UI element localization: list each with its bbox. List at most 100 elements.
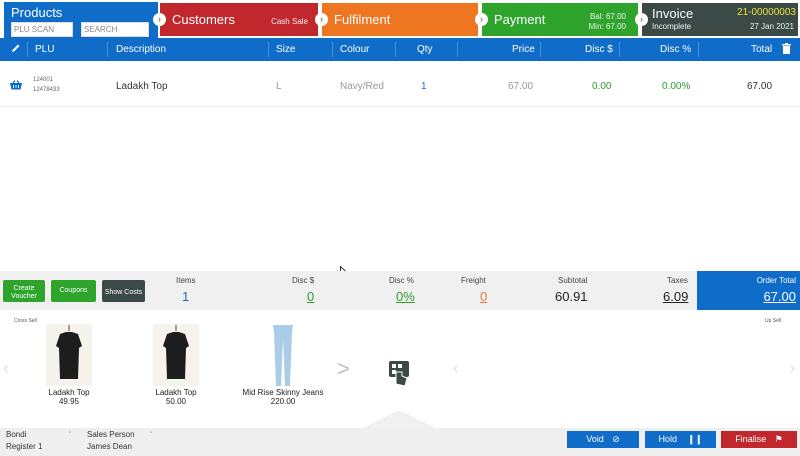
search-input[interactable] [81, 22, 149, 37]
finalise-button[interactable]: Finalise ⚑ [721, 431, 797, 448]
cross-sell-product[interactable]: Ladakh Top 50.00 [121, 324, 231, 406]
product-price: 50.00 [165, 397, 187, 406]
chevron-right-icon: › [153, 13, 166, 26]
order-total-panel: Order Total 67.00 [697, 271, 800, 310]
step-bar: Products › Customers Cash Sale › Fulfilm… [0, 0, 800, 38]
order-total-label: Order Total [756, 276, 796, 285]
item-price: 67.00 [508, 81, 534, 92]
cross-sell-product[interactable]: Ladakh Top 49.95 [14, 324, 124, 406]
taxes-value[interactable]: 6.09 [663, 289, 688, 304]
cross-sell-product[interactable]: Mid Rise Skinny Jeans 220.00 [228, 324, 338, 406]
plu-scan-input[interactable] [11, 22, 73, 37]
subtotal-value: 60.91 [555, 289, 588, 304]
cart-table-body: 124001 12478433 Ladakh Top L Navy/Red 1 … [0, 61, 800, 280]
order-total-value[interactable]: 67.00 [763, 289, 796, 304]
customers-step[interactable]: › Customers Cash Sale [153, 3, 318, 36]
column-divider [332, 42, 333, 57]
next-arrow-icon[interactable]: > [337, 356, 350, 382]
finalise-label: Finalise [735, 434, 767, 444]
chevron-down-icon[interactable]: ˇ [150, 432, 152, 439]
fulfilment-step[interactable]: › Fulfilment [315, 3, 478, 36]
invoice-step[interactable]: › Invoice Incomplete 21-00000003 27 Jan … [635, 3, 798, 36]
product-thumbnail [46, 324, 92, 386]
invoice-number: 21-00000003 [737, 7, 796, 18]
colour-header: Colour [340, 44, 370, 55]
register-name[interactable]: Register 1 [6, 442, 42, 451]
footer-bar: Bondi Register 1 ˇ Sales Person James De… [0, 428, 800, 456]
product-thumbnail [260, 324, 306, 386]
salesperson-name[interactable]: James Dean [87, 442, 132, 451]
show-costs-button[interactable]: Show Costs [102, 280, 145, 302]
plu-code: 124001 [33, 77, 54, 83]
invoice-status: Incomplete [652, 22, 692, 31]
chevron-right-icon: › [635, 13, 648, 26]
coupons-button[interactable]: Coupons [51, 280, 96, 302]
item-size: L [276, 81, 282, 92]
scroll-left-icon[interactable]: ‹ [453, 358, 459, 379]
fulfilment-label: Fulfilment [334, 12, 391, 27]
flag-icon: ⚑ [774, 434, 783, 444]
items-label: Items [176, 276, 196, 285]
scroll-left-icon[interactable]: ‹ [3, 358, 9, 379]
column-divider [395, 42, 396, 57]
price-header: Price [512, 44, 535, 55]
trash-icon[interactable] [782, 43, 791, 57]
size-header: Size [276, 44, 296, 55]
chevron-down-icon[interactable]: ˇ [69, 432, 71, 439]
products-step[interactable]: Products [4, 2, 158, 38]
table-row[interactable]: 124001 12478433 Ladakh Top L Navy/Red 1 … [0, 65, 800, 107]
column-divider [107, 42, 108, 57]
invoice-label: Invoice [652, 6, 694, 21]
void-label: Void [586, 434, 604, 444]
void-button[interactable]: Void ⊘ [567, 431, 639, 448]
qty-header: Qty [417, 44, 433, 55]
disc-amount-header: Disc $ [585, 44, 613, 55]
column-divider [698, 42, 699, 57]
payment-label: Payment [494, 12, 546, 27]
pos-screen: Products › Customers Cash Sale › Fulfilm… [0, 0, 800, 456]
product-price: 220.00 [270, 397, 296, 406]
customer-type: Cash Sale [271, 17, 308, 26]
disc-percent-header: Disc % [660, 44, 692, 55]
invoice-date: 27 Jan 2021 [749, 22, 794, 31]
barcode: 12478433 [33, 87, 60, 93]
disc-percent-total[interactable]: 0% [396, 289, 415, 304]
payment-step[interactable]: › Payment Bal: 67.00 Min: 67.00 [475, 3, 638, 36]
payment-balance: Bal: 67.00 [589, 12, 626, 21]
taxes-label: Taxes [667, 276, 688, 285]
product-name: Ladakh Top [48, 388, 90, 397]
disc-amount-total[interactable]: 0 [307, 289, 314, 304]
products-title: Products [11, 5, 63, 20]
item-disc-amount[interactable]: 0.00 [592, 81, 611, 92]
create-voucher-button[interactable]: Create Voucher [3, 280, 45, 302]
freight-total[interactable]: 0 [480, 289, 487, 304]
store-name[interactable]: Bondi [6, 430, 26, 439]
column-divider [268, 42, 269, 57]
chevron-right-icon: › [475, 13, 488, 26]
pencil-icon[interactable] [11, 43, 21, 56]
item-total: 67.00 [747, 81, 773, 92]
freight-label: Freight [461, 276, 486, 285]
product-name: Mid Rise Skinny Jeans [242, 388, 324, 397]
total-header: Total [751, 44, 773, 55]
item-disc-percent[interactable]: 0.00% [662, 81, 690, 92]
scroll-right-icon[interactable]: › [789, 358, 795, 379]
customers-label: Customers [172, 12, 235, 27]
payment-minimum: Min: 67.00 [588, 22, 626, 31]
hand-select-icon[interactable] [388, 360, 410, 393]
totals-bar: Create Voucher Coupons Show Costs Items … [0, 271, 800, 310]
item-qty[interactable]: 1 [421, 81, 427, 92]
pause-icon: ❙❙ [687, 434, 703, 444]
hold-button[interactable]: Hold ❙❙ [645, 431, 716, 448]
product-price: 49.95 [58, 397, 80, 406]
basket-icon[interactable] [10, 80, 22, 90]
hold-label: Hold [658, 434, 677, 444]
subtotal-label: Subtotal [558, 276, 588, 285]
cart-table-header: PLU Description Size Colour Qty Price Di… [0, 38, 800, 61]
disc-percent-label: Disc % [389, 276, 414, 285]
item-description: Ladakh Top [116, 81, 168, 92]
column-divider [457, 42, 458, 57]
expand-tab[interactable] [363, 410, 435, 428]
column-divider [540, 42, 541, 57]
column-divider [619, 42, 620, 57]
